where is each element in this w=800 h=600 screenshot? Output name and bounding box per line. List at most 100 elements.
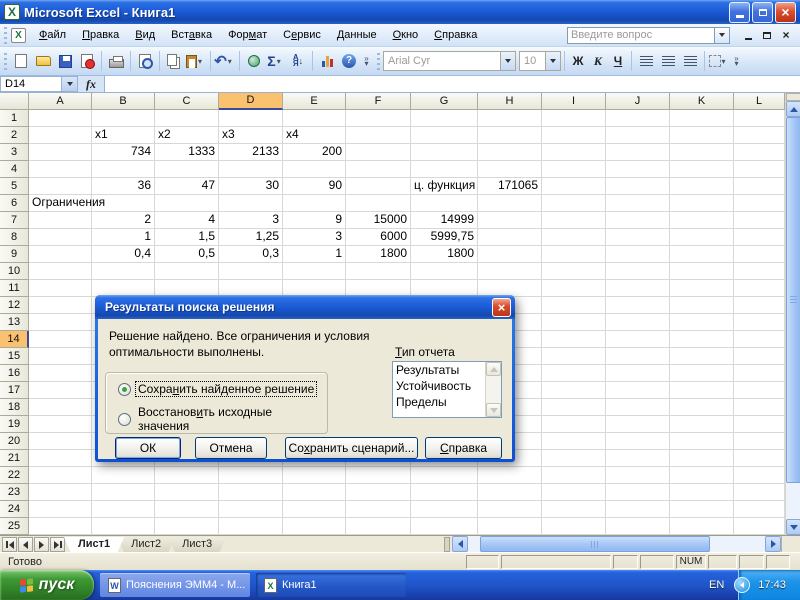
print-button[interactable] bbox=[105, 50, 127, 72]
cell-J4[interactable] bbox=[606, 161, 670, 178]
cell-L12[interactable] bbox=[734, 297, 785, 314]
cell-F1[interactable] bbox=[346, 110, 411, 127]
first-sheet-button[interactable] bbox=[2, 537, 17, 552]
cell-J9[interactable] bbox=[606, 246, 670, 263]
cell-E24[interactable] bbox=[283, 501, 346, 518]
listbox-scrollbar[interactable] bbox=[485, 362, 501, 417]
cell-L25[interactable] bbox=[734, 518, 785, 535]
cell-I16[interactable] bbox=[542, 365, 606, 382]
column-header-E[interactable]: E bbox=[283, 93, 346, 110]
toolbar-options-chevron[interactable]: » ▾ bbox=[730, 50, 743, 72]
cell-K16[interactable] bbox=[670, 365, 734, 382]
cell-E23[interactable] bbox=[283, 484, 346, 501]
cell-C8[interactable]: 1,5 bbox=[155, 229, 219, 246]
cell-J2[interactable] bbox=[606, 127, 670, 144]
excel-workbook-task[interactable]: X Книга1 bbox=[256, 573, 406, 597]
cell-J20[interactable] bbox=[606, 433, 670, 450]
toolbar-grip[interactable] bbox=[376, 52, 381, 70]
cell-C9[interactable]: 0,5 bbox=[155, 246, 219, 263]
cell-A22[interactable] bbox=[29, 467, 92, 484]
cell-A18[interactable] bbox=[29, 399, 92, 416]
cell-L23[interactable] bbox=[734, 484, 785, 501]
name-box-dropdown[interactable] bbox=[62, 76, 78, 92]
cell-K22[interactable] bbox=[670, 467, 734, 484]
cell-I12[interactable] bbox=[542, 297, 606, 314]
cell-L22[interactable] bbox=[734, 467, 785, 484]
cell-H24[interactable] bbox=[478, 501, 542, 518]
cell-L19[interactable] bbox=[734, 416, 785, 433]
cell-C10[interactable] bbox=[155, 263, 219, 280]
prev-sheet-button[interactable] bbox=[18, 537, 33, 552]
cell-K15[interactable] bbox=[670, 348, 734, 365]
hyperlink-button[interactable] bbox=[243, 50, 265, 72]
cell-C24[interactable] bbox=[155, 501, 219, 518]
formula-input[interactable] bbox=[104, 76, 800, 92]
listbox-scroll-down[interactable] bbox=[486, 403, 501, 417]
undo-button[interactable]: ↶ ▾ bbox=[214, 50, 236, 72]
cell-K6[interactable] bbox=[670, 195, 734, 212]
tab-sheet1[interactable]: Лист1 bbox=[64, 537, 124, 553]
toolbar-options-chevron[interactable]: » ▾ bbox=[360, 50, 373, 72]
cell-I8[interactable] bbox=[542, 229, 606, 246]
cell-L3[interactable] bbox=[734, 144, 785, 161]
cell-A12[interactable] bbox=[29, 297, 92, 314]
cell-L15[interactable] bbox=[734, 348, 785, 365]
cell-L10[interactable] bbox=[734, 263, 785, 280]
align-left-button[interactable] bbox=[635, 50, 657, 72]
font-name-combo[interactable]: Arial Cyr bbox=[383, 51, 516, 71]
cell-B8[interactable]: 1 bbox=[92, 229, 155, 246]
cell-C4[interactable] bbox=[155, 161, 219, 178]
cell-K14[interactable] bbox=[670, 331, 734, 348]
cell-J14[interactable] bbox=[606, 331, 670, 348]
cell-F4[interactable] bbox=[346, 161, 411, 178]
autosum-button[interactable]: Σ ▾ bbox=[265, 50, 287, 72]
cell-J13[interactable] bbox=[606, 314, 670, 331]
cell-A7[interactable] bbox=[29, 212, 92, 229]
cell-G22[interactable] bbox=[411, 467, 478, 484]
radio-save-solution[interactable]: Сохранить найденное решение bbox=[118, 381, 318, 397]
cell-K3[interactable] bbox=[670, 144, 734, 161]
toolbar-grip[interactable] bbox=[3, 26, 8, 44]
cell-L8[interactable] bbox=[734, 229, 785, 246]
row-header-12[interactable]: 12 bbox=[0, 297, 29, 314]
row-header-5[interactable]: 5 bbox=[0, 178, 29, 195]
cell-I25[interactable] bbox=[542, 518, 606, 535]
cell-D22[interactable] bbox=[219, 467, 283, 484]
cell-J7[interactable] bbox=[606, 212, 670, 229]
cell-A23[interactable] bbox=[29, 484, 92, 501]
row-header-1[interactable]: 1 bbox=[0, 110, 29, 127]
column-header-H[interactable]: H bbox=[478, 93, 542, 110]
font-size-dropdown[interactable] bbox=[545, 52, 560, 70]
cell-L14[interactable] bbox=[734, 331, 785, 348]
menu-item-help[interactable]: Справка bbox=[426, 26, 485, 44]
cell-A1[interactable] bbox=[29, 110, 92, 127]
row-header-6[interactable]: 6 bbox=[0, 195, 29, 212]
cell-I21[interactable] bbox=[542, 450, 606, 467]
cell-K10[interactable] bbox=[670, 263, 734, 280]
cell-F10[interactable] bbox=[346, 263, 411, 280]
language-indicator[interactable]: EN bbox=[709, 579, 724, 591]
cell-F23[interactable] bbox=[346, 484, 411, 501]
cell-J25[interactable] bbox=[606, 518, 670, 535]
cell-J19[interactable] bbox=[606, 416, 670, 433]
cell-K17[interactable] bbox=[670, 382, 734, 399]
cell-H4[interactable] bbox=[478, 161, 542, 178]
cell-B24[interactable] bbox=[92, 501, 155, 518]
cell-A4[interactable] bbox=[29, 161, 92, 178]
tab-sheet2[interactable]: Лист2 bbox=[117, 537, 175, 553]
cell-E5[interactable]: 90 bbox=[283, 178, 346, 195]
cell-D3[interactable]: 2133 bbox=[219, 144, 283, 161]
cell-H25[interactable] bbox=[478, 518, 542, 535]
cell-A10[interactable] bbox=[29, 263, 92, 280]
cell-K12[interactable] bbox=[670, 297, 734, 314]
cell-C5[interactable]: 47 bbox=[155, 178, 219, 195]
row-header-13[interactable]: 13 bbox=[0, 314, 29, 331]
row-header-8[interactable]: 8 bbox=[0, 229, 29, 246]
word-document-task[interactable]: W Пояснения ЭММ4 - M... bbox=[100, 573, 250, 597]
cell-A9[interactable] bbox=[29, 246, 92, 263]
cell-E6[interactable] bbox=[283, 195, 346, 212]
cell-K13[interactable] bbox=[670, 314, 734, 331]
cell-B2[interactable]: x1 bbox=[92, 127, 155, 144]
cell-K1[interactable] bbox=[670, 110, 734, 127]
cell-D1[interactable] bbox=[219, 110, 283, 127]
